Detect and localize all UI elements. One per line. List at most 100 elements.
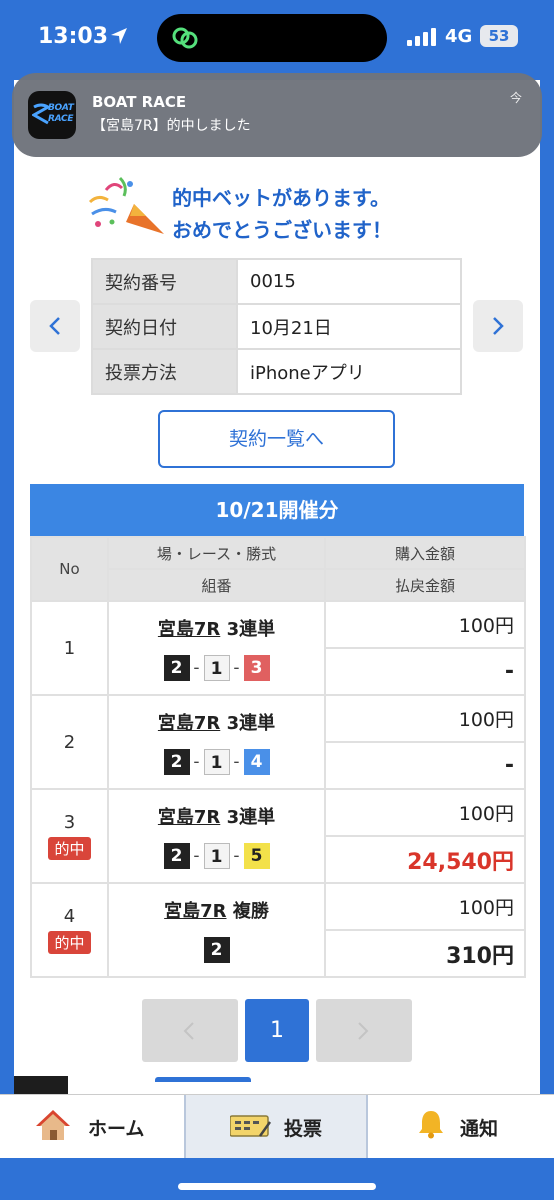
combination: 2-1-4 — [109, 749, 324, 775]
tab-bar: ホーム 投票 通知 — [0, 1094, 554, 1159]
chevron-left-icon — [183, 1022, 194, 1040]
header-combo: 組番 — [107, 568, 326, 602]
header-purchase: 購入金額 — [324, 536, 526, 570]
network-type: 4G — [445, 26, 473, 47]
boat-number-2nd: 1 — [203, 843, 230, 869]
boat-number-1st: 2 — [163, 843, 190, 869]
row-number: 4 — [63, 906, 76, 927]
venue-link[interactable]: 宮島7R — [158, 619, 220, 640]
row-number-cell: 4 的中 — [30, 882, 109, 978]
home-icon — [36, 1110, 70, 1140]
notification-time: 今 — [509, 91, 522, 105]
purchase-amount: 100円 — [324, 600, 526, 649]
background-strip-left — [0, 76, 14, 1096]
bottom-safe-area — [0, 1158, 554, 1200]
row-number-cell: 3 的中 — [30, 788, 109, 884]
row-number: 2 — [63, 731, 76, 753]
tab-vote-label: 投票 — [284, 1118, 323, 1140]
contract-date-value: 10月21日 — [236, 303, 462, 350]
next-contract-button[interactable] — [473, 300, 523, 352]
signal-icon — [407, 28, 436, 46]
tab-notify[interactable]: 通知 — [368, 1095, 554, 1159]
boat-number-1st: 2 — [163, 655, 190, 681]
race-cell: 宮島7R 3連単 2-1-4 — [107, 694, 326, 790]
congrats-line-2: おめでとうございます！ — [172, 218, 392, 242]
contract-list-button[interactable]: 契約一覧へ — [158, 410, 395, 468]
venue-link[interactable]: 宮島7R — [158, 713, 220, 734]
race-cell: 宮島7R 3連単 2-1-5 — [107, 788, 326, 884]
page-prev-button[interactable] — [142, 999, 238, 1062]
contract-row: 契約日付 10月21日 — [91, 303, 462, 350]
boat-number-3rd: 3 — [243, 655, 270, 681]
boat-number-3rd: 4 — [243, 749, 270, 775]
combination: 2-1-3 — [109, 655, 324, 681]
hit-badge: 的中 — [48, 931, 91, 954]
purchase-amount: 100円 — [324, 788, 526, 837]
boat-number-2nd: 1 — [203, 655, 230, 681]
race-cell: 宮島7R 複勝 2 — [107, 882, 326, 978]
home-indicator[interactable] — [178, 1183, 376, 1190]
boat-number-1st: 2 — [203, 937, 230, 963]
race-name: 宮島7R 3連単 — [109, 709, 324, 735]
row-number: 1 — [63, 637, 76, 659]
boat-race-logo: BOAT RACE — [28, 91, 76, 139]
results-table: No 場・レース・勝式 購入金額 組番 払戻金額 1 宮島7R 3連単 2-1-… — [30, 536, 526, 978]
race-name: 宮島7R 3連単 — [109, 803, 324, 829]
row-number: 3 — [63, 812, 76, 833]
background-strip-right — [540, 76, 554, 1096]
contract-row: 投票方法 iPhoneアプリ — [91, 348, 462, 395]
table-header-row: No 場・レース・勝式 購入金額 — [30, 536, 526, 602]
battery-icon: 53 — [480, 25, 518, 47]
purchase-amount: 100円 — [324, 694, 526, 743]
tab-vote[interactable]: 投票 — [184, 1095, 368, 1159]
vote-method-value: iPhoneアプリ — [236, 348, 462, 395]
payout-amount: - — [324, 647, 526, 696]
contract-date-label: 契約日付 — [91, 303, 238, 350]
party-popper-icon — [88, 176, 164, 234]
purchase-amount: 100円 — [324, 882, 526, 931]
contract-number-label: 契約番号 — [91, 258, 238, 305]
ticket-icon — [230, 1115, 272, 1137]
chevron-left-icon — [49, 317, 60, 335]
tab-home-label: ホーム — [88, 1118, 145, 1140]
header-no: No — [30, 536, 109, 602]
page-1-button[interactable]: 1 — [245, 999, 309, 1062]
page-next-button[interactable] — [316, 999, 412, 1062]
notification-title: BOAT RACE — [92, 93, 187, 111]
venue-link[interactable]: 宮島7R — [164, 901, 226, 922]
table-row[interactable]: 1 宮島7R 3連単 2-1-3 100円 — [30, 600, 526, 696]
notification-message: 【宮島7R】的中しました — [92, 118, 251, 134]
congrats-line-1: 的中ベットがあります。 — [172, 186, 390, 210]
bell-icon — [419, 1111, 443, 1139]
status-time: 13:03 — [38, 24, 109, 49]
notification-banner[interactable]: BOAT RACE BOAT RACE 【宮島7R】的中しました 今 — [12, 73, 542, 157]
contract-row: 契約番号 0015 — [91, 258, 462, 305]
logo-text: BOAT RACE — [48, 103, 74, 124]
contract-info-table: 契約番号 0015 契約日付 10月21日 投票方法 iPhoneアプリ — [91, 258, 462, 395]
table-row[interactable]: 3 的中 宮島7R 3連単 2-1-5 100円 — [30, 788, 526, 884]
table-row[interactable]: 2 宮島7R 3連単 2-1-4 100円 — [30, 694, 526, 790]
previous-contract-button[interactable] — [30, 300, 80, 352]
bet-type: 3連単 — [226, 807, 276, 828]
row-number-cell: 1 — [30, 600, 109, 696]
payout-amount: 310円 — [324, 929, 526, 978]
race-name: 宮島7R 3連単 — [109, 615, 324, 641]
bet-type: 3連単 — [226, 619, 276, 640]
chevron-right-icon — [358, 1022, 369, 1040]
bet-type: 複勝 — [232, 901, 269, 922]
header-race: 場・レース・勝式 — [107, 536, 326, 570]
tab-notify-label: 通知 — [460, 1118, 499, 1140]
boat-number-3rd: 5 — [243, 843, 270, 869]
combination: 2-1-5 — [109, 843, 324, 869]
hit-badge: 的中 — [48, 837, 91, 860]
table-row[interactable]: 4 的中 宮島7R 複勝 2 100円 — [30, 882, 526, 978]
boat-number-1st: 2 — [163, 749, 190, 775]
header-payout: 払戻金額 — [324, 568, 526, 602]
venue-link[interactable]: 宮島7R — [158, 807, 220, 828]
link-icon — [172, 27, 198, 49]
race-cell: 宮島7R 3連単 2-1-3 — [107, 600, 326, 696]
payout-amount: 24,540円 — [324, 835, 526, 884]
session-header: 10/21開催分 — [30, 484, 524, 536]
tab-home[interactable]: ホーム — [0, 1095, 184, 1159]
dynamic-island — [157, 14, 387, 62]
